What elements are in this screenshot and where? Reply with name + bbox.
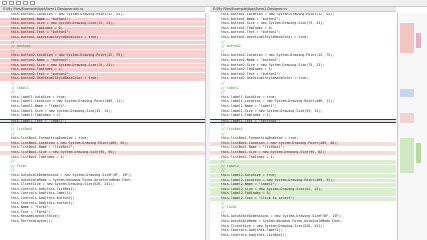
right-code-line[interactable]: //: [210, 201, 396, 206]
overview-changed-block: [400, 113, 414, 123]
left-code-line[interactable]: this.button1.UseVisualStyleBackColor = t…: [0, 35, 205, 40]
right-code-line[interactable]: this.label2.Text = "Click to select";: [210, 196, 396, 201]
right-code-line[interactable]: this.button1.UseVisualStyleBackColor = t…: [210, 35, 396, 40]
left-code-line[interactable]: // label1: [0, 86, 205, 91]
left-code-line[interactable]: // listBox1: [0, 127, 205, 132]
overview-scroll-thumb[interactable]: [416, 33, 421, 48]
overview-current-marker: [400, 89, 414, 97]
right-code-line[interactable]: // label1: [210, 86, 396, 91]
save-icon[interactable]: [9, 1, 14, 5]
right-code-line[interactable]: // listBox1: [210, 127, 396, 132]
prev-diff-icon[interactable]: [16, 1, 21, 5]
right-code-line[interactable]: // label2: [210, 164, 396, 169]
diff-overview-bar[interactable]: [397, 13, 427, 240]
left-code-line[interactable]: //: [0, 159, 205, 164]
overview-added-block: [400, 138, 414, 173]
right-code-line[interactable]: this.label1.Text = "Settings";: [210, 118, 396, 123]
right-code-line[interactable]: // button2: [210, 44, 396, 49]
left-code-line[interactable]: this.label1.TabIndex = 2;: [0, 113, 205, 118]
left-code-line[interactable]: // button2: [0, 44, 205, 49]
left-code-line[interactable]: // Form1: [0, 164, 205, 169]
right-file-path: E:\My Files\Example\App\Form1.Designer.c…: [210, 7, 396, 12]
right-code-line[interactable]: this.Controls.Add(this.listBox1);: [210, 233, 396, 238]
next-diff-icon[interactable]: [23, 1, 28, 5]
overview-deleted-block: [400, 23, 414, 53]
refresh-icon[interactable]: [30, 1, 35, 5]
right-code-line[interactable]: this.label1.TabIndex = 2;: [210, 113, 396, 118]
left-code-line[interactable]: this.button2.UseVisualStyleBackColor = t…: [0, 77, 205, 82]
toolbar: [0, 0, 427, 7]
right-code-line[interactable]: this.button2.UseVisualStyleBackColor = t…: [210, 77, 396, 81]
open-icon[interactable]: [2, 1, 7, 5]
overview-scroll-region: [416, 143, 421, 163]
left-code-line[interactable]: this.PerformLayout();: [0, 219, 205, 224]
left-code-line[interactable]: this.listBox1.TabIndex = 4;: [0, 155, 205, 160]
left-code-line[interactable]: this.label1.Text = "label1";: [0, 118, 205, 123]
left-code-pane[interactable]: this.button1.Location = new System.Drawi…: [0, 13, 205, 240]
right-code-pane[interactable]: this.button1.Location = new System.Drawi…: [210, 13, 396, 240]
left-code-line[interactable]: //: [0, 81, 205, 86]
right-code-line[interactable]: // Form1: [210, 205, 396, 210]
right-code-line[interactable]: this.listBox1.TabIndex = 4;: [210, 155, 396, 160]
left-file-path: E:\My Files\Example\App\Form1.Designer.o…: [0, 7, 205, 12]
